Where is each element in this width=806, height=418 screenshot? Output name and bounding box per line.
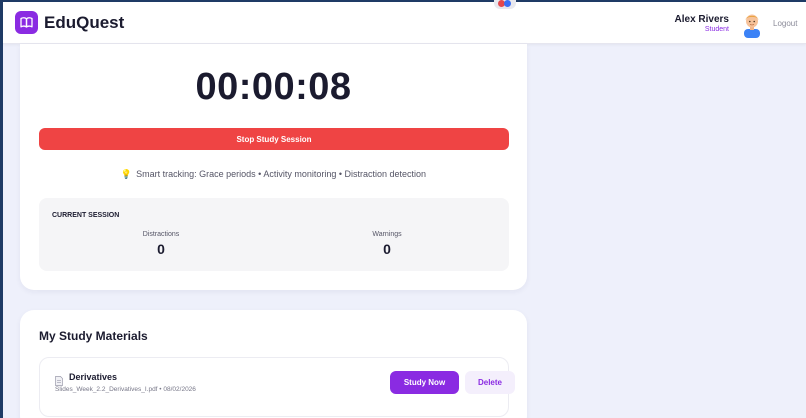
top-header: EduQuest Alex Rivers Student Logout bbox=[3, 2, 806, 44]
materials-title: My Study Materials bbox=[39, 329, 148, 343]
book-icon[interactable] bbox=[15, 11, 38, 34]
tracking-note-text: Smart tracking: Grace periods • Activity… bbox=[136, 169, 427, 179]
study-now-button[interactable]: Study Now bbox=[390, 371, 459, 394]
material-name: Derivatives bbox=[69, 372, 118, 382]
warnings-value: 0 bbox=[383, 241, 391, 257]
lightbulb-icon: 💡 bbox=[120, 169, 133, 179]
user-name: Alex Rivers bbox=[674, 14, 729, 25]
timer-display: 00:00:08 bbox=[195, 66, 352, 108]
delete-button[interactable]: Delete bbox=[465, 371, 515, 394]
stop-session-button[interactable]: Stop Study Session bbox=[39, 128, 509, 150]
brand-name[interactable]: EduQuest bbox=[44, 13, 124, 33]
distractions-value: 0 bbox=[157, 241, 165, 257]
extension-icon[interactable] bbox=[494, 0, 516, 9]
list-item: Derivatives Slides_Week_2.2_Derivatives_… bbox=[39, 357, 515, 417]
logout-link[interactable]: Logout bbox=[773, 19, 797, 28]
session-title: CURRENT SESSION bbox=[52, 212, 120, 219]
material-meta: Slides_Week_2.2_Derivatives_I.pdf • 08/0… bbox=[55, 386, 196, 393]
document-icon bbox=[55, 373, 63, 386]
study-timer-card: 00:00:08 Stop Study Session 💡 Smart track… bbox=[20, 44, 527, 290]
tracking-note: 💡 Smart tracking: Grace periods • Activit… bbox=[20, 169, 527, 180]
study-materials-card: My Study Materials Derivatives Slides_We… bbox=[20, 310, 527, 418]
avatar[interactable] bbox=[741, 12, 763, 38]
warnings-label: Warnings bbox=[372, 231, 402, 238]
current-session-panel: CURRENT SESSION Distractions 0 Warnings … bbox=[39, 198, 509, 271]
user-role: Student bbox=[704, 26, 729, 33]
distractions-label: Distractions bbox=[142, 231, 180, 238]
